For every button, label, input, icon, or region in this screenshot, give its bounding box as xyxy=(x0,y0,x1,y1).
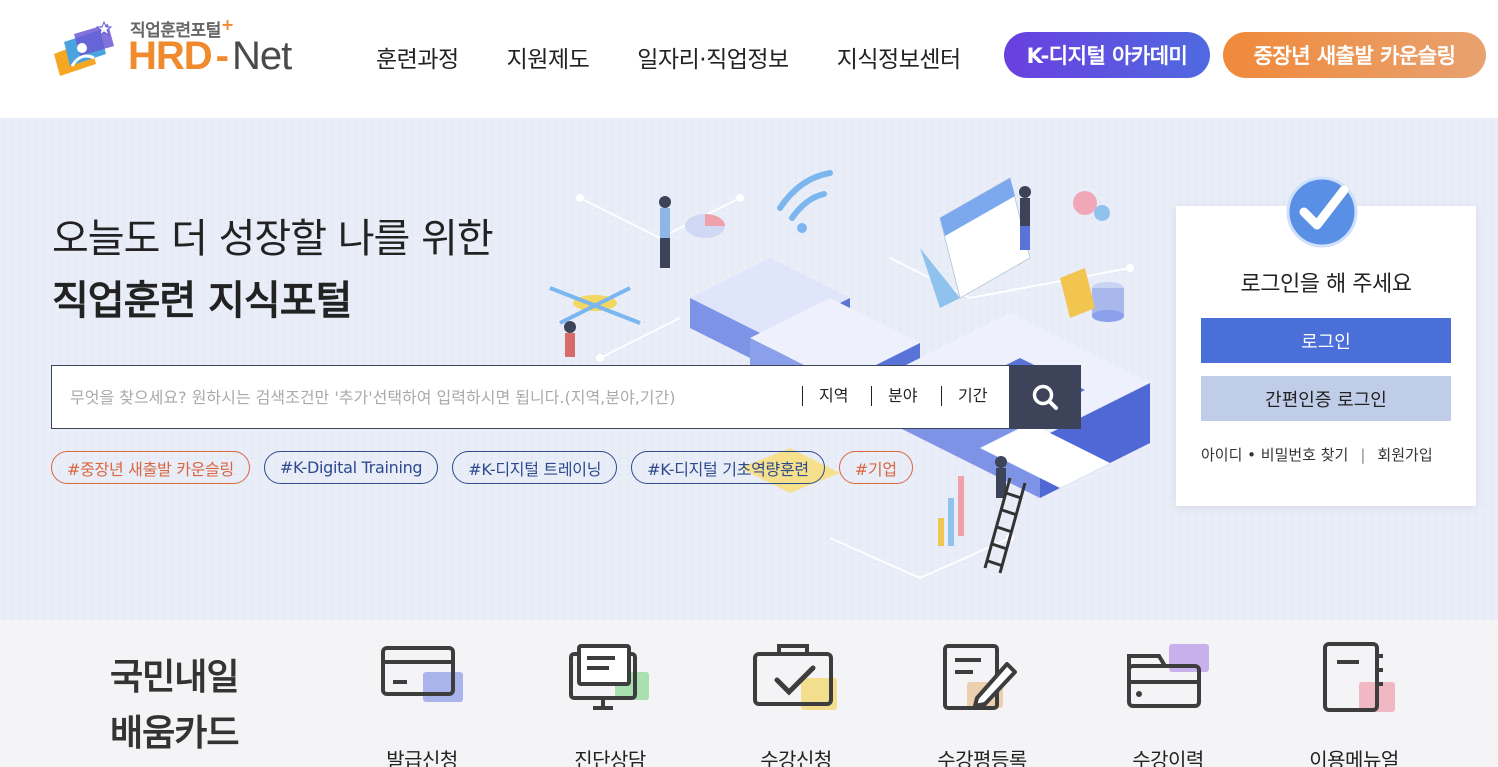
hashtag-k-digital-training-ko[interactable]: #K-디지털 트레이닝 xyxy=(452,451,618,484)
monitor-icon xyxy=(569,644,649,710)
search-icon xyxy=(1032,384,1058,410)
gear-icon xyxy=(1073,191,1097,215)
search-filter-period[interactable]: 기간 xyxy=(941,386,987,406)
hashtag-midcareer-counseling[interactable]: #중장년 새출발 카운슬링 xyxy=(51,451,250,484)
nav-item-training-courses[interactable]: 훈련과정 xyxy=(376,40,459,74)
bar-chart-icon xyxy=(938,476,964,546)
pie-chart-icon xyxy=(685,214,725,238)
calendar-icon xyxy=(920,177,1031,308)
wifi-icon xyxy=(777,170,833,221)
find-id-password-link[interactable]: 아이디 • 비밀번호 찾기 xyxy=(1201,444,1348,465)
search-button[interactable] xyxy=(1009,365,1081,429)
login-button[interactable]: 로그인 xyxy=(1201,318,1451,363)
service-user-manual[interactable]: 이용메뉴얼 xyxy=(1264,642,1444,767)
drone-icon xyxy=(549,286,641,325)
nav-item-support-system[interactable]: 지원제도 xyxy=(507,40,590,74)
hashtag-enterprise[interactable]: #기업 xyxy=(838,451,913,484)
header: 직업훈련포털+ HRD - Net 훈련과정 지원제도 일자리·직업정보 지식정보센… xyxy=(0,0,1498,118)
service-label: 수강이력 xyxy=(1132,748,1204,767)
hero-banner: 오늘도 더 성장할 나를 위한 직업훈련 지식포털 무엇을 찾으세요? 원하시는… xyxy=(0,118,1498,620)
service-diagnosis-consulting[interactable]: 진단상담 xyxy=(520,642,700,767)
login-links: 아이디 • 비밀번호 찾기 | 회원가입 xyxy=(1201,444,1433,465)
service-issue-application[interactable]: 발급신청 xyxy=(332,642,512,767)
service-label: 수강신청 xyxy=(760,748,832,767)
login-panel: 로그인을 해 주세요 로그인 간편인증 로그인 아이디 • 비밀번호 찾기 | … xyxy=(1176,176,1476,506)
hrd-net-logo[interactable]: 직업훈련포털+ HRD - Net xyxy=(50,14,300,84)
service-label: 발급신청 xyxy=(386,748,458,767)
checkmark-badge-icon xyxy=(1286,176,1358,248)
folder-icon xyxy=(1127,644,1209,708)
search-bar: 지역 분야 기간 xyxy=(51,365,1081,429)
hashtag-k-digital-training-en[interactable]: #K-Digital Training xyxy=(263,451,439,484)
ladder-icon xyxy=(983,477,1027,574)
notebook-icon xyxy=(1323,642,1395,712)
service-course-history[interactable]: 수강이력 xyxy=(1078,642,1258,767)
checkbox-icon xyxy=(753,644,837,710)
main-nav: 훈련과정 지원제도 일자리·직업정보 지식정보센터 xyxy=(376,40,961,74)
pencil-doc-icon xyxy=(943,644,1017,710)
service-course-registration[interactable]: 수강신청 xyxy=(706,642,886,767)
search-filter-region[interactable]: 지역 xyxy=(802,386,848,406)
learning-card-section: 국민내일 배움카드 발급신청 진단상담 수강신청 수강평등록 수강이력 이용메뉴… xyxy=(0,620,1498,767)
logo-wordmark: HRD - Net xyxy=(128,34,292,78)
hero-title-line1: 오늘도 더 성장할 나를 위한 xyxy=(52,216,494,262)
hashtag-list: #중장년 새출발 카운슬링 #K-Digital Training #K-디지털… xyxy=(51,451,927,484)
database-icon xyxy=(1092,282,1124,322)
nav-item-knowledge-center[interactable]: 지식정보센터 xyxy=(837,40,961,74)
login-prompt: 로그인을 해 주세요 xyxy=(1240,272,1412,297)
link-separator: | xyxy=(1360,445,1366,464)
easy-auth-login-button[interactable]: 간편인증 로그인 xyxy=(1201,376,1451,421)
service-label: 진단상담 xyxy=(574,748,646,767)
nav-item-job-info[interactable]: 일자리·직업정보 xyxy=(637,40,789,74)
search-input[interactable] xyxy=(52,366,792,428)
k-digital-academy-button[interactable]: K-디지털 아카데미 xyxy=(1004,32,1210,78)
service-label: 이용메뉴얼 xyxy=(1309,748,1399,767)
card-icon xyxy=(381,646,463,702)
logo-mark-icon xyxy=(54,20,114,76)
hero-title-line2: 직업훈련 지식포털 xyxy=(52,278,352,324)
service-review-registration[interactable]: 수강평등록 xyxy=(892,642,1072,767)
service-label: 수강평등록 xyxy=(937,748,1027,767)
midcareer-counseling-button[interactable]: 중장년 새출발 카운슬링 xyxy=(1223,32,1486,78)
learning-card-title: 국민내일 배움카드 xyxy=(110,657,239,754)
signup-link[interactable]: 회원가입 xyxy=(1377,444,1432,465)
hashtag-k-digital-basic[interactable]: #K-디지털 기초역량훈련 xyxy=(631,451,825,484)
search-filter-field[interactable]: 분야 xyxy=(871,386,917,406)
